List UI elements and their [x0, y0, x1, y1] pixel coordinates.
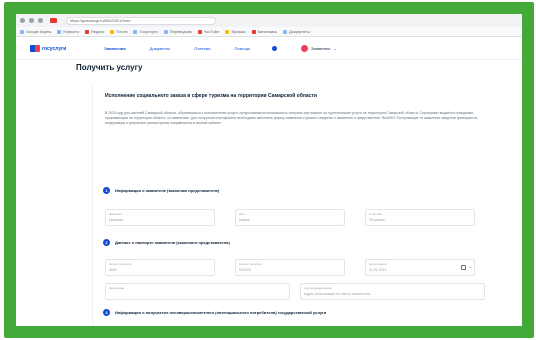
site-header: госуслуги Заявления Документы Платежи По… — [16, 38, 522, 60]
service-title: Исполнение социального заказа в сфере ту… — [105, 93, 317, 99]
field-value: Петровна — [369, 218, 385, 222]
bookmark-label: Google Карты — [26, 29, 52, 34]
location-icon[interactable] — [272, 46, 277, 51]
doc-icon — [283, 29, 287, 34]
gosuslugi-logo[interactable]: госуслуги — [30, 45, 66, 52]
field-label: Кем выдан — [109, 286, 125, 290]
bookmark-label: Новости — [63, 29, 79, 34]
avatar — [301, 45, 308, 52]
chevron-down-icon: ⌄ — [468, 264, 472, 269]
youtube-icon — [197, 29, 202, 34]
nav-item-documents[interactable]: Документы — [150, 46, 171, 51]
bookmark-item[interactable]: Новости — [57, 29, 79, 34]
green-frame: https://gosuslugi.ru/600220/1/form Googl… — [4, 2, 534, 338]
news-icon — [57, 29, 62, 34]
map-icon — [20, 29, 24, 34]
bookmark-label: Переводчик — [169, 29, 192, 34]
logo-icon — [30, 45, 40, 52]
section-recipient: 3 Информация о получателе несовершенноле… — [103, 309, 326, 316]
bookmark-label: Музыка — [231, 29, 246, 34]
field-value: Адрес регистрации по месту жительства — [304, 292, 371, 296]
section-label: Информация о заявителе (законном предста… — [115, 188, 220, 193]
issued-by-field[interactable]: Кем выдан — [105, 283, 290, 300]
field-value: Иванова — [109, 218, 123, 222]
section-applicant: 1 Информация о заявителе (законном предс… — [103, 187, 219, 194]
service-form-card: Исполнение социального заказа в сфере ту… — [92, 83, 512, 326]
bookmark-item[interactable]: Госуслуги — [133, 29, 158, 34]
section-number: 1 — [103, 187, 110, 194]
nav-item-help[interactable]: Помощь — [235, 46, 250, 51]
bookmark-item[interactable]: Яндекс — [84, 29, 105, 34]
section-label: Данные о паспорте заявителя (законного п… — [115, 240, 230, 245]
reload-icon[interactable] — [38, 18, 43, 23]
page-content: Получить услугу Исполнение социального з… — [16, 61, 522, 326]
bookmark-item[interactable]: Документы — [283, 29, 310, 34]
bookmark-item[interactable]: Кинопоиск — [251, 29, 277, 34]
user-menu[interactable]: Заявитель ⌄ — [301, 45, 337, 52]
section-number: 3 — [103, 309, 110, 316]
address-input[interactable]: https://gosuslugi.ru/600220/1/form — [66, 16, 216, 25]
nav-item-payments[interactable]: Платежи — [194, 46, 210, 51]
gosuslugi-icon — [133, 29, 138, 34]
forward-icon[interactable] — [29, 18, 34, 23]
calendar-icon[interactable] — [461, 265, 466, 270]
bookmark-label: Документы — [289, 29, 310, 34]
bookmark-item[interactable]: Google Карты — [20, 29, 51, 34]
service-description: В 2023 году для жителей Самарской област… — [105, 111, 479, 126]
bookmark-item[interactable]: Музыка — [225, 29, 246, 34]
bookmark-label: Почта — [116, 29, 128, 34]
registration-address-field[interactable]: Код подразделения Адрес регистрации по м… — [300, 283, 485, 300]
field-label: Отчество — [369, 212, 383, 216]
field-value: 000000 — [239, 268, 251, 272]
passport-number-field[interactable]: Номер паспорта 000000 — [235, 259, 345, 276]
bookmark-item[interactable]: Почта — [110, 29, 127, 34]
field-label: Дата выдачи — [369, 262, 387, 266]
user-name: Заявитель — [311, 46, 331, 51]
bookmark-label: YouTube — [203, 29, 220, 34]
field-label: Код подразделения — [304, 286, 332, 290]
back-icon[interactable] — [20, 18, 25, 23]
bookmarks-bar: Google Карты Новости Яндекс Почта Госусл… — [16, 27, 522, 37]
translate-icon — [163, 29, 168, 34]
bookmark-label: Госуслуги — [139, 29, 158, 34]
field-value: 01.01.2010 — [369, 268, 387, 272]
field-label: Фамилия — [109, 212, 122, 216]
nav-item-applications[interactable]: Заявления — [104, 46, 125, 51]
browser-url-bar: https://gosuslugi.ru/600220/1/form — [16, 14, 522, 27]
film-icon — [251, 29, 256, 34]
bookmark-item[interactable]: Переводчик — [163, 29, 192, 34]
field-label: Серия паспорта — [109, 262, 132, 266]
bookmark-label: Кинопоиск — [257, 29, 277, 34]
section-label: Информация о получателе несовершеннолетн… — [115, 310, 327, 315]
section-number: 2 — [103, 239, 110, 246]
name-field[interactable]: Имя Мария — [235, 209, 345, 226]
yandex-icon — [84, 29, 89, 34]
main-nav: Заявления Документы Платежи Помощь — [104, 46, 250, 51]
surname-field[interactable]: Фамилия Иванова — [105, 209, 215, 226]
bookmark-label: Яндекс — [90, 29, 105, 34]
section-passport: 2 Данные о паспорте заявителя (законного… — [103, 239, 230, 246]
field-value: 3600 — [109, 268, 117, 272]
tab-favicon-icon — [50, 18, 57, 23]
patronymic-field[interactable]: Отчество Петровна — [365, 209, 475, 226]
field-value: Мария — [239, 218, 250, 222]
issue-date-field[interactable]: Дата выдачи 01.01.2010 ⌄ — [365, 259, 475, 276]
page-title: Получить услугу — [76, 63, 143, 72]
music-icon — [225, 29, 230, 34]
logo-text: госуслуги — [42, 45, 67, 52]
bookmark-item[interactable]: YouTube — [197, 29, 220, 34]
chevron-down-icon: ⌄ — [333, 46, 337, 51]
field-label: Имя — [239, 212, 245, 216]
passport-series-field[interactable]: Серия паспорта 3600 — [105, 259, 215, 276]
mail-icon — [110, 29, 115, 34]
field-label: Номер паспорта — [239, 262, 262, 266]
